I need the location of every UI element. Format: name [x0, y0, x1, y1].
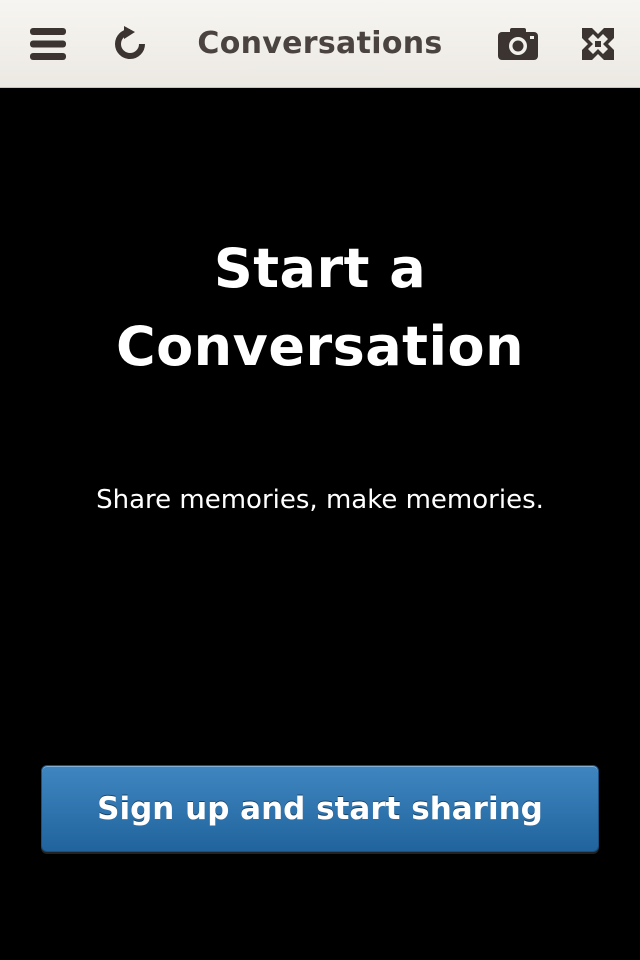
- refresh-button[interactable]: [102, 16, 158, 72]
- menu-icon: [28, 26, 68, 62]
- empty-state-tagline: Share memories, make memories.: [96, 485, 544, 515]
- menu-button[interactable]: [20, 16, 76, 72]
- camera-button[interactable]: [490, 16, 546, 72]
- empty-state-headline: Start a Conversation: [115, 237, 525, 378]
- sign-up-button[interactable]: Sign up and start sharing: [41, 765, 599, 852]
- refresh-icon: [111, 25, 149, 63]
- brand-button[interactable]: [570, 16, 626, 72]
- page-title: Conversations: [197, 26, 443, 61]
- empty-state-panel: Start a Conversation Share memories, mak…: [0, 88, 640, 960]
- top-navigation-bar: Conversations: [0, 0, 640, 88]
- cross-logo-icon: [578, 24, 618, 64]
- camera-icon: [497, 27, 539, 61]
